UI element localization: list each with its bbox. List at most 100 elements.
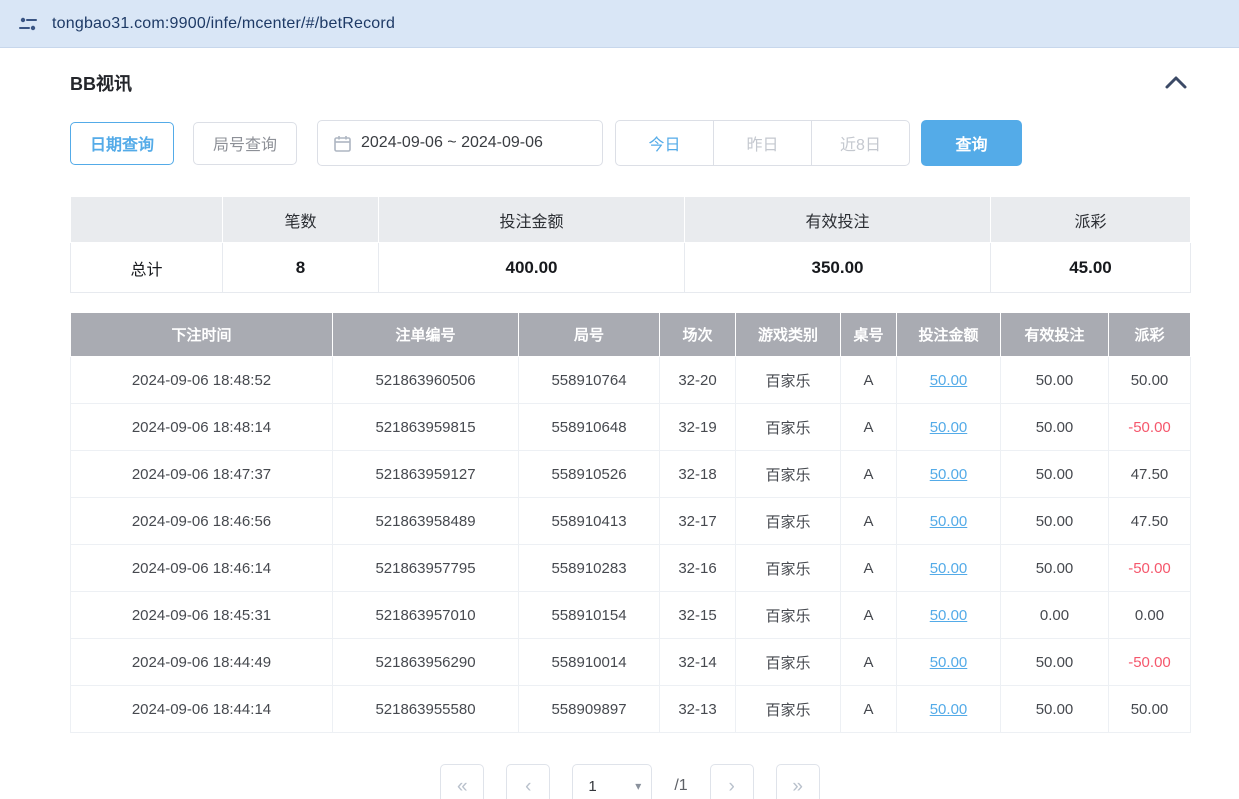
summary-bet-amount-value: 400.00: [379, 243, 685, 293]
bet-table-header-row: 下注时间 注单编号 局号 场次 游戏类别 桌号 投注金额 有效投注 派彩: [71, 313, 1191, 357]
order-id-cell: 521863957795: [333, 545, 519, 592]
valid-bet-cell: 50.00: [1001, 404, 1109, 451]
valid-bet-cell: 50.00: [1001, 498, 1109, 545]
next-page-button[interactable]: ›: [710, 764, 754, 799]
game-type-cell: 百家乐: [736, 404, 841, 451]
valid-bet-cell: 50.00: [1001, 357, 1109, 404]
table-row: 2024-09-06 18:44:14 521863955580 5589098…: [71, 686, 1191, 733]
table-row: 2024-09-06 18:48:52 521863960506 5589107…: [71, 357, 1191, 404]
game-type-cell: 百家乐: [736, 357, 841, 404]
url-bar[interactable]: tongbao31.com:9900/infe/mcenter/#/betRec…: [0, 0, 1239, 48]
session-cell: 32-15: [660, 592, 736, 639]
last8days-button[interactable]: 近8日: [811, 120, 910, 166]
bet-amount-cell: 50.00: [897, 404, 1001, 451]
bet-time-cell: 2024-09-06 18:45:31: [71, 592, 333, 639]
bet-amount-cell: 50.00: [897, 498, 1001, 545]
bet-table: 下注时间 注单编号 局号 场次 游戏类别 桌号 投注金额 有效投注 派彩 202…: [70, 312, 1191, 733]
page-title: BB视讯: [70, 70, 132, 96]
table-no-cell: A: [841, 404, 897, 451]
table-row: 2024-09-06 18:46:56 521863958489 5589104…: [71, 498, 1191, 545]
order-id-cell: 521863960506: [333, 357, 519, 404]
bet-amount-link[interactable]: 50.00: [930, 466, 968, 483]
game-type-cell: 百家乐: [736, 498, 841, 545]
session-cell: 32-16: [660, 545, 736, 592]
first-page-button[interactable]: «: [440, 764, 484, 799]
today-button[interactable]: 今日: [615, 120, 714, 166]
bet-amount-link[interactable]: 50.00: [930, 701, 968, 718]
summary-total-label: 总计: [71, 243, 223, 293]
valid-bet-cell: 50.00: [1001, 451, 1109, 498]
chevron-left-icon: ‹: [525, 776, 531, 797]
header-bet-time: 下注时间: [71, 313, 333, 357]
session-cell: 32-13: [660, 686, 736, 733]
session-cell: 32-19: [660, 404, 736, 451]
total-pages-label: /1: [674, 777, 687, 795]
filter-toolbar: 日期查询 局号查询 2024-09-06 ~ 2024-09-06 今日 昨日 …: [70, 120, 1190, 166]
game-type-cell: 百家乐: [736, 545, 841, 592]
table-no-cell: A: [841, 357, 897, 404]
bet-amount-link[interactable]: 50.00: [930, 654, 968, 671]
date-range-text: 2024-09-06 ~ 2024-09-06: [361, 134, 543, 152]
order-id-cell: 521863959815: [333, 404, 519, 451]
bet-table-body: 2024-09-06 18:48:52 521863960506 5589107…: [71, 357, 1191, 733]
table-row: 2024-09-06 18:44:49 521863956290 5589100…: [71, 639, 1191, 686]
round-id-cell: 558910526: [519, 451, 660, 498]
table-no-cell: A: [841, 639, 897, 686]
payout-cell: 50.00: [1109, 357, 1191, 404]
summary-header-valid-bet: 有效投注: [685, 197, 991, 243]
order-id-cell: 521863955580: [333, 686, 519, 733]
game-type-cell: 百家乐: [736, 686, 841, 733]
prev-page-button[interactable]: ‹: [506, 764, 550, 799]
summary-payout-value: 45.00: [991, 243, 1191, 293]
header-bet-amount: 投注金额: [897, 313, 1001, 357]
bet-amount-link[interactable]: 50.00: [930, 513, 968, 530]
game-type-cell: 百家乐: [736, 639, 841, 686]
summary-count-value: 8: [223, 243, 379, 293]
bet-amount-link[interactable]: 50.00: [930, 372, 968, 389]
session-cell: 32-17: [660, 498, 736, 545]
bet-amount-cell: 50.00: [897, 451, 1001, 498]
valid-bet-cell: 50.00: [1001, 686, 1109, 733]
summary-total-row: 总计 8 400.00 350.00 45.00: [71, 243, 1191, 293]
last-page-button[interactable]: »: [776, 764, 820, 799]
header-valid-bet: 有效投注: [1001, 313, 1109, 357]
session-cell: 32-14: [660, 639, 736, 686]
date-range-picker[interactable]: 2024-09-06 ~ 2024-09-06: [317, 120, 603, 166]
valid-bet-cell: 50.00: [1001, 639, 1109, 686]
bet-amount-cell: 50.00: [897, 639, 1001, 686]
summary-header-payout: 派彩: [991, 197, 1191, 243]
payout-cell: 47.50: [1109, 451, 1191, 498]
payout-cell: 0.00: [1109, 592, 1191, 639]
chevron-up-icon: [1164, 74, 1188, 93]
collapse-button[interactable]: [1162, 72, 1190, 94]
panel-header: BB视讯: [70, 70, 1190, 96]
table-row: 2024-09-06 18:45:31 521863957010 5589101…: [71, 592, 1191, 639]
table-no-cell: A: [841, 686, 897, 733]
date-query-button[interactable]: 日期查询: [70, 122, 174, 165]
bet-time-cell: 2024-09-06 18:46:56: [71, 498, 333, 545]
bet-amount-cell: 50.00: [897, 545, 1001, 592]
payout-cell: -50.00: [1109, 639, 1191, 686]
bet-amount-cell: 50.00: [897, 357, 1001, 404]
game-type-cell: 百家乐: [736, 451, 841, 498]
chevron-right-icon: ›: [729, 776, 735, 797]
bet-amount-cell: 50.00: [897, 686, 1001, 733]
payout-cell: -50.00: [1109, 545, 1191, 592]
order-id-cell: 521863959127: [333, 451, 519, 498]
bet-amount-link[interactable]: 50.00: [930, 419, 968, 436]
round-id-cell: 558910014: [519, 639, 660, 686]
bet-amount-link[interactable]: 50.00: [930, 607, 968, 624]
table-row: 2024-09-06 18:47:37 521863959127 5589105…: [71, 451, 1191, 498]
header-order-id: 注单编号: [333, 313, 519, 357]
page-select[interactable]: 1 ▾: [572, 764, 652, 799]
summary-header-bet-amount: 投注金额: [379, 197, 685, 243]
search-button[interactable]: 查询: [921, 120, 1022, 166]
payout-cell: 50.00: [1109, 686, 1191, 733]
header-round-id: 局号: [519, 313, 660, 357]
double-chevron-right-icon: »: [792, 776, 803, 797]
bet-time-cell: 2024-09-06 18:44:49: [71, 639, 333, 686]
bet-amount-link[interactable]: 50.00: [930, 560, 968, 577]
round-query-button[interactable]: 局号查询: [193, 122, 297, 165]
yesterday-button[interactable]: 昨日: [713, 120, 812, 166]
url-text: tongbao31.com:9900/infe/mcenter/#/betRec…: [52, 15, 395, 33]
